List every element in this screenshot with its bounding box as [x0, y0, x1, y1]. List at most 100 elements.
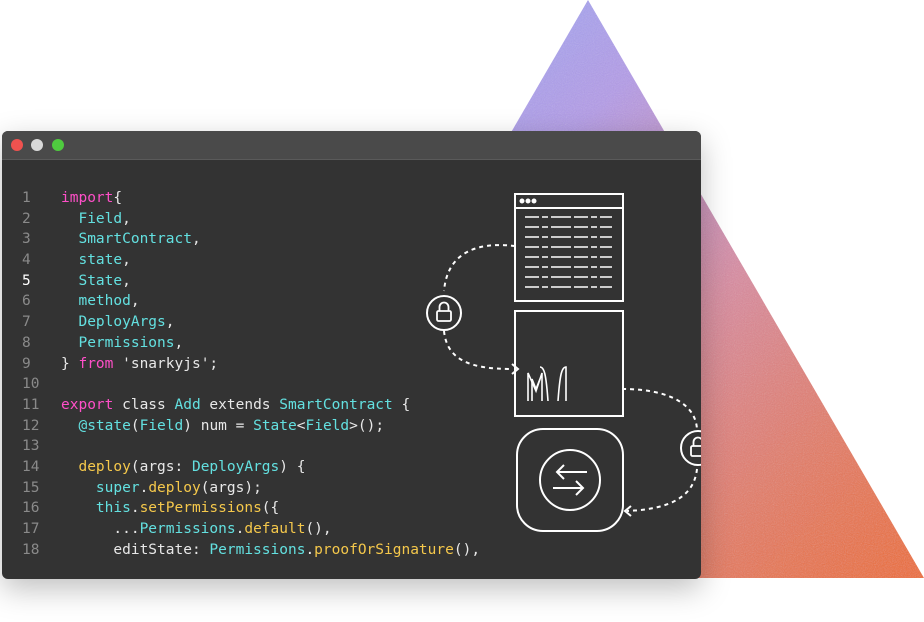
code-token: class — [113, 396, 175, 413]
code-text: method, — [61, 291, 139, 312]
document-icon — [514, 193, 624, 302]
code-token: method — [78, 293, 131, 310]
code-token: extends — [200, 396, 280, 413]
code-token: DeployArgs — [78, 314, 166, 331]
code-token: deploy — [78, 458, 131, 475]
close-window-button[interactable] — [11, 139, 23, 151]
code-token: SmartContract — [78, 231, 192, 248]
smart-contract-diagram — [426, 193, 701, 532]
line-number: 1 — [22, 190, 31, 206]
code-text: ...Permissions.default(), — [61, 519, 332, 540]
code-token: , — [191, 231, 201, 248]
code-text: Permissions, — [61, 333, 183, 354]
code-token: Add — [174, 396, 201, 413]
code-token: Permissions — [209, 541, 306, 558]
code-token: 'snarkyjs' — [113, 355, 210, 372]
code-token: , — [122, 272, 131, 289]
code-token: } — [61, 355, 79, 372]
code-token: { — [392, 396, 411, 413]
lock-icon — [680, 430, 701, 466]
line-number: 3 — [22, 231, 31, 248]
code-text: State, — [61, 271, 131, 292]
code-token: Field — [78, 210, 123, 227]
code-token: SmartContract — [279, 396, 393, 413]
line-number: 8 — [22, 334, 31, 351]
code-token: this — [95, 500, 131, 517]
code-text: SmartContract, — [61, 229, 201, 250]
code-text: super.deploy(args); — [61, 478, 262, 499]
minimize-window-button[interactable] — [31, 139, 43, 151]
code-token: ) { — [279, 458, 306, 475]
line-number: 12 — [22, 417, 40, 434]
code-token: (args: — [130, 458, 192, 475]
code-editor-window: 1 import{ 2 Field, 3 SmartContract, 4 state… — [2, 131, 701, 579]
code-token: State — [78, 272, 123, 289]
line-number: 15 — [22, 479, 40, 496]
line-number: 17 — [22, 521, 40, 537]
code-text: import{ — [61, 188, 131, 209]
code-token: super — [95, 479, 140, 496]
code-token: ; — [209, 355, 219, 372]
line-number: 18 — [22, 541, 40, 558]
code-token: State — [253, 417, 297, 434]
code-token: >(); — [349, 417, 385, 434]
mina-logo-icon — [527, 366, 567, 402]
swap-arrows-icon — [516, 428, 624, 532]
line-number: 4 — [22, 252, 31, 269]
code-text: deploy(args: DeployArgs) { — [61, 457, 305, 478]
code-text: state, — [61, 250, 131, 271]
lock-icon — [426, 295, 462, 331]
code-text: this.setPermissions({ — [61, 498, 279, 519]
code-token: . — [139, 479, 149, 496]
code-token: state — [78, 252, 123, 269]
code-token: Permissions — [78, 334, 175, 351]
maximize-window-button[interactable] — [52, 139, 64, 151]
code-token: , — [174, 334, 184, 351]
code-token: @state — [78, 417, 131, 434]
code-token: ({ — [261, 500, 280, 517]
line-number: 11 — [22, 396, 40, 413]
code-token: , — [165, 314, 175, 331]
code-token: (), — [305, 521, 332, 537]
code-token: , — [122, 252, 131, 269]
code-token: (args); — [200, 479, 262, 496]
code-token: export — [61, 396, 114, 413]
line-number: 16 — [22, 500, 40, 517]
code-text: export class Add extends SmartContract { — [61, 395, 410, 416]
code-token: . — [305, 541, 315, 558]
code-text: } from 'snarkyjs'; — [61, 354, 218, 375]
line-number: 7 — [22, 314, 31, 331]
line-number: 5 — [22, 272, 31, 289]
code-token: { — [113, 190, 131, 206]
code-token: Permissions — [139, 521, 236, 537]
window-titlebar — [2, 131, 701, 160]
code-token: Field — [305, 417, 350, 434]
code-token: default — [244, 521, 306, 537]
code-text: Field, — [61, 209, 131, 230]
line-number: 9 — [22, 355, 31, 372]
line-number: 6 — [22, 293, 31, 310]
code-text: DeployArgs, — [61, 312, 175, 333]
code-token: Field — [139, 417, 184, 434]
line-number: 14 — [22, 458, 40, 475]
code-token: editState: — [61, 541, 210, 558]
code-text: @state(Field) num = State<Field>(); — [61, 416, 384, 437]
line-number: 13 — [22, 438, 40, 455]
code-token: ( — [130, 417, 140, 434]
code-token: setPermissions — [139, 500, 262, 517]
code-token: import — [61, 190, 114, 206]
code-token: , — [122, 210, 131, 227]
line-number: 10 — [22, 376, 40, 393]
code-token: from — [78, 355, 114, 372]
